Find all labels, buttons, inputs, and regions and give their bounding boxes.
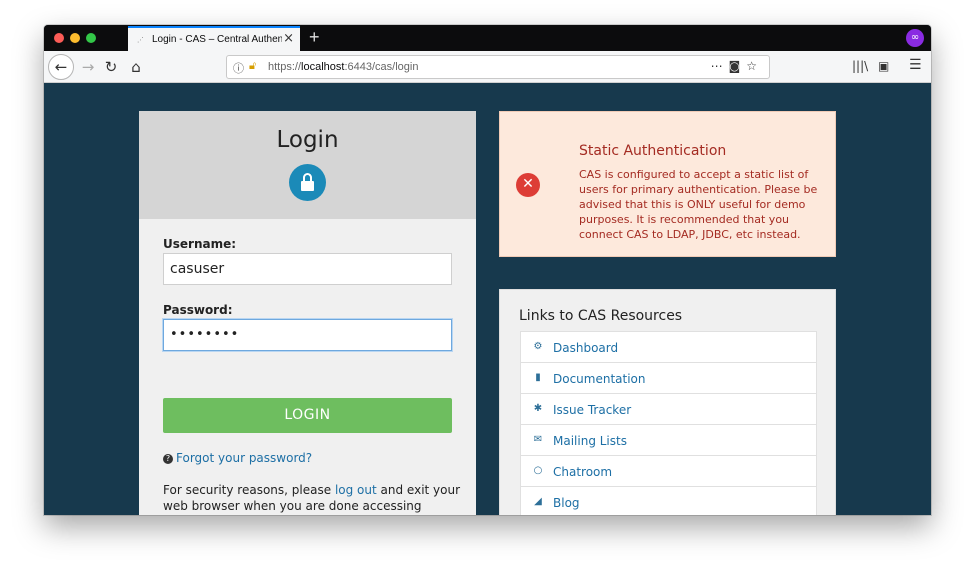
resource-link-label: Dashboard — [553, 341, 619, 355]
nav-toolbar: ← → ↻ ⌂ ⓘ 🔓︎ https://localhost:6443/cas/… — [44, 51, 931, 83]
home-button[interactable]: ⌂ — [124, 55, 148, 79]
cas-resources-panel: Links to CAS Resources ⚙ Dashboard ▮ Docume… — [499, 289, 836, 515]
resource-link-label: Blog — [553, 496, 580, 510]
tab-bar: ⋰ Login - CAS – Central Authentic × + ∞ — [44, 25, 931, 51]
error-x-icon: ✕ — [516, 173, 540, 197]
resource-link-label: Mailing Lists — [553, 434, 627, 448]
tab-title: Login - CAS – Central Authentic — [152, 34, 282, 45]
login-title: Login — [276, 127, 339, 153]
url-bar[interactable]: ⓘ 🔓︎ https://localhost:6443/cas/login ⋯◙… — [226, 55, 770, 79]
file-icon: ▮ — [535, 372, 541, 383]
resource-link-dashboard[interactable]: ⚙ Dashboard — [520, 331, 817, 363]
window-close-button[interactable] — [54, 33, 64, 43]
gears-icon: ⚙ — [533, 341, 543, 352]
login-panel: Login Username: casuser Password: ••••••… — [139, 111, 476, 515]
question-circle-icon: ? — [163, 454, 173, 464]
login-button[interactable]: LOGIN — [163, 398, 452, 433]
sidebar-toggle-icon[interactable]: ▣ — [878, 59, 889, 73]
new-tab-button[interactable]: + — [309, 27, 320, 47]
hamburger-menu-icon[interactable]: ☰ — [909, 57, 922, 73]
forgot-password-link[interactable]: Forgot your password? — [176, 451, 312, 465]
alert-title: Static Authentication — [579, 143, 727, 159]
insecure-lock-icon[interactable]: 🔓︎ — [249, 59, 256, 73]
url-path: :6443/cas/login — [344, 61, 419, 73]
site-info-icon[interactable]: ⓘ — [233, 60, 244, 76]
resource-link-mailing-lists[interactable]: ✉ Mailing Lists — [520, 424, 817, 456]
username-label: Username: — [163, 237, 237, 251]
logout-link[interactable]: log out — [335, 483, 377, 497]
resources-list: ⚙ Dashboard ▮ Documentation ✱ Issue Tracker ✉ M… — [520, 331, 817, 515]
security-notice-prefix: For security reasons, please — [163, 483, 332, 497]
rss-icon: ◢ — [534, 496, 542, 507]
lock-icon — [289, 164, 326, 201]
url-text[interactable]: https://localhost:6443/cas/login — [268, 61, 418, 73]
resource-link-issue-tracker[interactable]: ✱ Issue Tracker — [520, 393, 817, 425]
tab-close-button[interactable]: × — [283, 32, 294, 46]
forgot-password-link-row: ? Forgot your password? — [163, 451, 312, 465]
more-actions-icon[interactable]: ⋯ — [711, 59, 729, 73]
library-icon[interactable]: |||\ — [852, 59, 868, 73]
resource-link-label: Issue Tracker — [553, 403, 632, 417]
resources-title: Links to CAS Resources — [519, 308, 683, 324]
url-host: localhost — [301, 61, 345, 73]
browser-tab-active[interactable]: ⋰ Login - CAS – Central Authentic × — [128, 26, 300, 51]
password-input[interactable]: •••••••• — [163, 319, 452, 351]
browser-window: ⋰ Login - CAS – Central Authentic × + ∞ … — [44, 25, 931, 515]
private-browsing-mask-icon: ∞ — [906, 29, 924, 47]
page-actions: ⋯◙☆ — [711, 59, 763, 73]
tab-favicon-icon: ⋰ — [137, 36, 144, 44]
login-header: Login — [139, 111, 476, 219]
username-input[interactable]: casuser — [163, 253, 452, 285]
alert-text: CAS is configured to accept a static lis… — [579, 168, 818, 241]
forward-button[interactable]: → — [76, 55, 100, 79]
resource-link-chatroom[interactable]: ○ Chatroom — [520, 455, 817, 487]
url-scheme: https:// — [268, 61, 302, 73]
envelope-icon: ✉ — [533, 434, 543, 445]
pocket-icon[interactable]: ◙ — [729, 59, 747, 73]
bug-icon: ✱ — [533, 403, 543, 414]
resource-link-label: Chatroom — [553, 465, 613, 479]
resource-link-blog[interactable]: ◢ Blog — [520, 486, 817, 515]
static-auth-alert: ✕ Static Authentication CAS is configure… — [499, 111, 836, 257]
reload-button[interactable]: ↻ — [99, 55, 123, 79]
security-notice: For security reasons, please log out and… — [163, 482, 463, 515]
bookmark-star-icon[interactable]: ☆ — [746, 59, 763, 73]
page-content: Login Username: casuser Password: ••••••… — [44, 83, 931, 515]
back-button[interactable]: ← — [48, 54, 74, 80]
chat-icon: ○ — [533, 465, 543, 476]
resource-link-documentation[interactable]: ▮ Documentation — [520, 362, 817, 394]
resource-link-label: Documentation — [553, 372, 646, 386]
password-label: Password: — [163, 303, 233, 317]
window-minimize-button[interactable] — [70, 33, 80, 43]
window-maximize-button[interactable] — [86, 33, 96, 43]
